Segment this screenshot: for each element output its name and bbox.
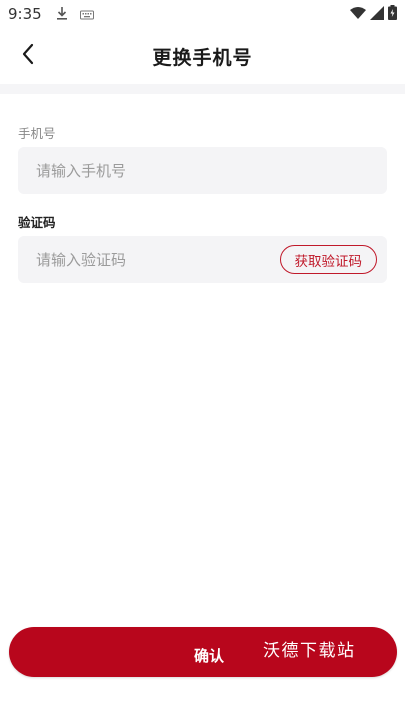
battery-icon [388,4,397,24]
confirm-label: 确认 [193,646,224,665]
status-right-icons [350,4,397,24]
phone-input[interactable] [18,147,387,194]
chevron-left-icon [21,43,35,69]
section-divider [0,84,405,94]
back-button[interactable] [8,36,48,76]
code-input[interactable] [18,236,258,283]
phone-field-container [18,147,387,194]
code-field-container: 获取验证码 [18,236,387,283]
get-code-button[interactable]: 获取验证码 [279,245,377,274]
code-label: 验证码 [18,215,56,230]
phone-label: 手机号 [18,126,56,141]
page-title: 更换手机号 [152,46,253,69]
status-bar: 9:35 [0,0,405,28]
status-time: 9:35 [8,5,42,23]
watermark: 沃德下载站 [263,641,356,661]
signal-icon [370,5,384,24]
status-left-icons [56,5,94,24]
download-icon [56,5,68,24]
keyboard-icon [79,5,94,24]
wifi-icon [350,5,366,24]
app-header: 更换手机号 [0,28,405,84]
